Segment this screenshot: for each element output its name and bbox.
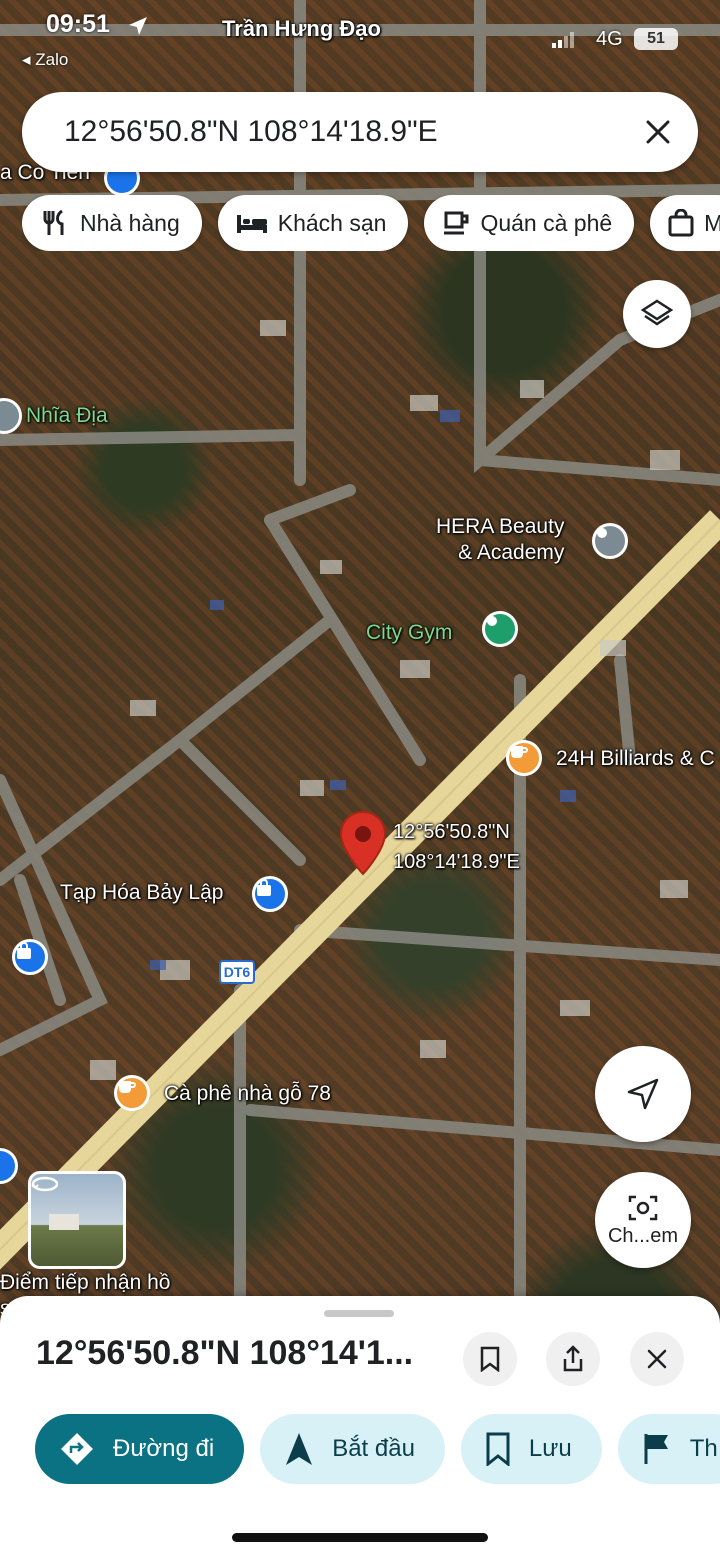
- clear-search-button[interactable]: [618, 92, 698, 172]
- rotate-360-icon: [31, 1176, 59, 1192]
- battery-indicator: 51: [634, 28, 678, 50]
- chip-label: Khách sạn: [277, 209, 387, 236]
- category-chips: Nhà hàng Khách sạn Quán cà phê M: [22, 195, 720, 251]
- directions-label: Đường đi: [113, 1435, 215, 1462]
- billiards-pin[interactable]: [506, 740, 542, 776]
- navigation-arrow-icon: [286, 1433, 313, 1465]
- place-bottom-sheet[interactable]: 12°56'50.8"N 108°14'1... Đường đi Bắt đầ…: [0, 1296, 720, 1557]
- navigation-arrow-icon: [627, 1078, 659, 1110]
- flag-button[interactable]: Th: [617, 1414, 720, 1484]
- place-label-nghia-dia[interactable]: Nhĩa Địa: [26, 403, 108, 429]
- directions-icon: [61, 1433, 93, 1465]
- dot-icon: [597, 528, 607, 538]
- network-type: 4G: [596, 28, 623, 50]
- directions-button[interactable]: Đường đi: [35, 1414, 245, 1484]
- place-label-hera[interactable]: HERA Beauty & Academy: [436, 514, 564, 567]
- road-badge-dt6: DT6: [219, 960, 255, 984]
- close-sheet-button[interactable]: [630, 1332, 684, 1386]
- dot-icon: [487, 616, 497, 626]
- place-label-diem-tiep-nhan[interactable]: Điểm tiếp nhận hồ: [0, 1270, 170, 1296]
- cafe-pin[interactable]: [114, 1075, 150, 1111]
- gym-pin[interactable]: [482, 611, 518, 647]
- bed-icon: [236, 215, 267, 233]
- chip-label: Nhà hàng: [80, 209, 180, 236]
- close-icon: [647, 1349, 667, 1369]
- close-icon: [646, 120, 670, 144]
- save-label: Lưu: [528, 1435, 572, 1462]
- save-button[interactable]: Lưu: [460, 1414, 602, 1484]
- layers-icon: [640, 299, 674, 326]
- status-bar: 09:51 ◂ Zalo 4G 51: [0, 0, 720, 80]
- signal-icon: [552, 32, 574, 48]
- search-bar[interactable]: 12°56'50.8"N 108°14'18.9"E: [22, 92, 698, 172]
- shop-pin-tap-hoa[interactable]: [252, 876, 288, 912]
- chip-shopping[interactable]: M: [650, 195, 720, 251]
- start-label: Bắt đầu: [332, 1435, 415, 1462]
- place-label-city-gym[interactable]: City Gym: [366, 620, 452, 646]
- save-place-button[interactable]: [463, 1332, 517, 1386]
- street-view-building: [49, 1214, 79, 1230]
- chip-label: Quán cà phê: [480, 209, 613, 236]
- sheet-drag-handle[interactable]: [324, 1310, 394, 1317]
- chip-cafes[interactable]: Quán cà phê: [424, 195, 635, 251]
- share-button[interactable]: [546, 1332, 600, 1386]
- chip-restaurants[interactable]: Nhà hàng: [22, 195, 202, 251]
- coffee-cup-icon: [511, 746, 528, 758]
- my-location-button[interactable]: [595, 1046, 691, 1142]
- place-label-billiards[interactable]: 24H Billiards & C: [556, 746, 715, 772]
- bookmark-icon: [480, 1346, 500, 1372]
- back-to-zalo-link[interactable]: ◂ Zalo: [22, 50, 68, 70]
- status-time: 09:51: [46, 10, 110, 38]
- place-title: 12°56'50.8"N 108°14'1...: [36, 1334, 414, 1372]
- fork-knife-icon: [43, 209, 64, 235]
- shop-pin-left[interactable]: [12, 939, 48, 975]
- action-buttons: Đường đi Bắt đầu Lưu Th: [35, 1414, 720, 1484]
- lens-search-label: Ch...em: [607, 1224, 679, 1247]
- shopping-bag-icon: [257, 879, 271, 896]
- street-view-thumbnail[interactable]: [28, 1171, 126, 1269]
- flag-icon: [644, 1434, 668, 1464]
- dropped-pin-icon[interactable]: [338, 810, 388, 878]
- start-button[interactable]: Bắt đầu: [260, 1414, 445, 1484]
- shopping-bag-icon: [668, 209, 694, 237]
- chip-label: M: [704, 209, 720, 236]
- share-icon: [563, 1345, 583, 1372]
- coffee-cup-icon: [444, 211, 469, 235]
- bookmark-icon: [486, 1432, 510, 1466]
- pin-coords-line2: 108°14'18.9"E: [393, 851, 520, 873]
- chip-hotels[interactable]: Khách sạn: [217, 195, 409, 251]
- hera-pin[interactable]: [592, 523, 628, 559]
- camera-lens-icon: [628, 1195, 658, 1220]
- flag-label: Th: [689, 1435, 718, 1462]
- place-label-ca-phe[interactable]: Cà phê nhà gỗ 78: [164, 1081, 331, 1107]
- coffee-cup-icon: [119, 1081, 136, 1093]
- search-input[interactable]: 12°56'50.8"N 108°14'18.9"E: [22, 115, 618, 149]
- layers-button[interactable]: [623, 280, 691, 348]
- shopping-bag-icon: [17, 942, 31, 959]
- home-indicator[interactable]: [232, 1533, 488, 1542]
- location-arrow-icon: [129, 17, 147, 35]
- pin-coords-line1: 12°56'50.8"N: [393, 821, 510, 843]
- lens-search-button[interactable]: Ch...em: [595, 1172, 691, 1268]
- place-label-tap-hoa[interactable]: Tạp Hóa Bảy Lập: [60, 880, 223, 906]
